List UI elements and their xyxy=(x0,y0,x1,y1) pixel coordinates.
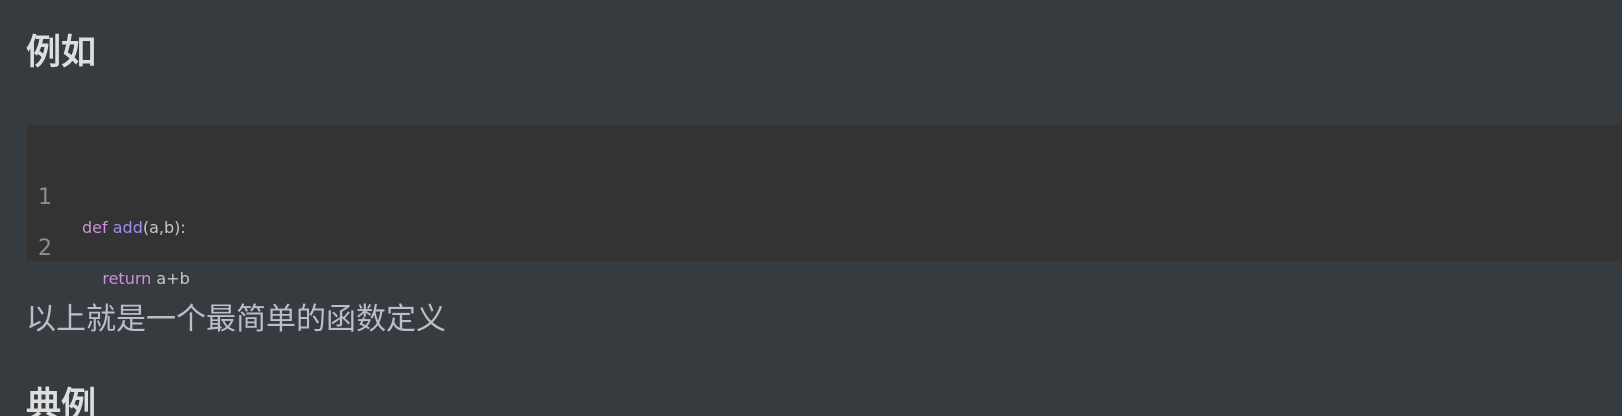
section-heading-example: 例如 xyxy=(26,33,97,73)
code-expression: a+b xyxy=(151,269,190,288)
code-line-1: 1 def add(a,b): xyxy=(26,153,186,237)
paragraph-text: 以上就是一个最简单的函数定义 xyxy=(26,302,446,337)
code-line-2: 2 return a+b xyxy=(26,204,190,288)
code-block[interactable] xyxy=(26,125,1622,261)
code-keyword-def: def xyxy=(82,218,108,237)
code-keyword-return: return xyxy=(102,269,152,288)
line-code: def add(a,b): xyxy=(82,213,186,243)
section-heading-typical-example: 典例 xyxy=(26,386,97,416)
line-code: return a+b xyxy=(82,264,190,294)
code-parameters: (a,b): xyxy=(142,218,186,237)
code-function-name: add xyxy=(112,218,143,237)
line-number: 2 xyxy=(38,236,52,261)
